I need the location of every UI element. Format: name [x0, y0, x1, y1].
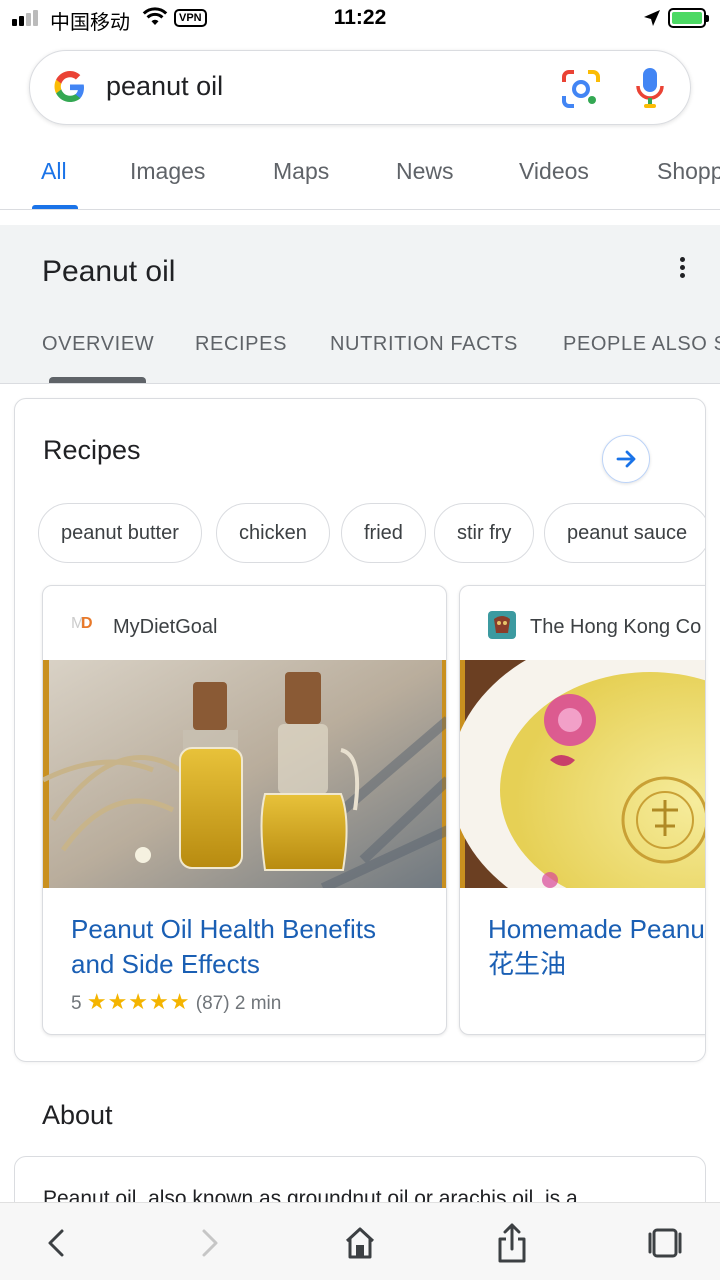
- share-icon[interactable]: [492, 1221, 532, 1265]
- search-input[interactable]: peanut oil: [106, 71, 223, 102]
- recipe-title-link[interactable]: Peanut Oil Health Benefits and Side Effe…: [71, 912, 376, 982]
- recipes-card: Recipes peanut butter chicken fried stir…: [14, 398, 706, 1062]
- google-logo-icon: [54, 71, 84, 102]
- microphone-icon[interactable]: [634, 66, 666, 110]
- kp-tab-indicator: [49, 377, 146, 383]
- cook-time: 2 min: [234, 993, 282, 1014]
- recipes-more-button[interactable]: [602, 435, 650, 483]
- recipe-title-line2: and Side Effects: [71, 949, 260, 979]
- recipe-card[interactable]: M D MyDietGoal Peanut Oil Health Benefit…: [42, 585, 447, 1035]
- status-bar: 中国移动 VPN 11:22: [0, 0, 720, 40]
- tab-news[interactable]: News: [396, 158, 454, 185]
- tabs-switcher-icon[interactable]: [645, 1221, 685, 1265]
- recipe-card[interactable]: The Hong Kong Co Homemade Peanu 花生油: [459, 585, 705, 1035]
- back-icon[interactable]: [38, 1221, 78, 1265]
- rating-value: 5: [71, 993, 82, 1014]
- search-box[interactable]: peanut oil: [29, 50, 691, 125]
- recipe-title-line1: Peanut Oil Health Benefits: [71, 914, 376, 944]
- recipe-title-line2: 花生油: [488, 949, 567, 979]
- knowledge-panel-header: Peanut oil OVERVIEW RECIPES NUTRITION FA…: [0, 225, 720, 384]
- battery-icon: [668, 8, 709, 28]
- peanut-oil-bottles-image: [43, 660, 446, 888]
- peanut-oil-bowl-image: [460, 660, 705, 888]
- kp-tab-nutrition-facts[interactable]: NUTRITION FACTS: [330, 333, 518, 356]
- recipes-title: Recipes: [43, 435, 141, 465]
- review-count: (87): [195, 993, 230, 1014]
- svg-text:D: D: [81, 615, 93, 632]
- clock: 11:22: [333, 6, 387, 29]
- recipe-source: MyDietGoal: [113, 616, 218, 638]
- rating-stars: ★★★★★: [86, 989, 191, 1014]
- recipe-title-line1: Homemade Peanu: [488, 914, 705, 944]
- about-heading: About: [42, 1100, 113, 1130]
- home-icon[interactable]: [340, 1221, 380, 1265]
- recipe-meta: 5 ★★★★★ (87) 2 min: [71, 989, 281, 1015]
- google-lens-icon[interactable]: [560, 68, 602, 110]
- chip-peanut-sauce[interactable]: peanut sauce: [544, 503, 705, 563]
- chip-stir-fry[interactable]: stir fry: [434, 503, 535, 563]
- kp-tab-overview[interactable]: OVERVIEW: [42, 333, 154, 356]
- mydietgoal-logo-icon: M D: [71, 615, 93, 632]
- kp-tab-people-also-search[interactable]: PEOPLE ALSO S: [563, 333, 720, 356]
- forward-icon[interactable]: [190, 1221, 230, 1265]
- chip-chicken[interactable]: chicken: [216, 503, 330, 563]
- tab-all[interactable]: All: [41, 158, 67, 185]
- browser-toolbar: [0, 1202, 720, 1280]
- arrow-right-icon: [616, 450, 636, 468]
- location-arrow-icon: [644, 10, 660, 26]
- tab-images[interactable]: Images: [130, 158, 205, 185]
- tab-maps[interactable]: Maps: [273, 158, 329, 185]
- more-options-icon[interactable]: [668, 255, 696, 283]
- tab-shopping[interactable]: Shopp: [657, 158, 720, 185]
- active-tab-indicator: [32, 205, 78, 209]
- kp-tab-recipes[interactable]: RECIPES: [195, 333, 287, 356]
- tab-videos[interactable]: Videos: [519, 158, 589, 185]
- search-tabs: All Images Maps News Videos Shopp: [0, 140, 720, 210]
- recipe-source: The Hong Kong Co: [530, 616, 702, 638]
- hong-kong-cookery-logo-icon: [488, 611, 516, 639]
- recipe-title-link[interactable]: Homemade Peanu 花生油: [488, 912, 705, 982]
- chip-fried[interactable]: fried: [341, 503, 426, 563]
- chip-peanut-butter[interactable]: peanut butter: [38, 503, 202, 563]
- knowledge-title: Peanut oil: [42, 255, 176, 288]
